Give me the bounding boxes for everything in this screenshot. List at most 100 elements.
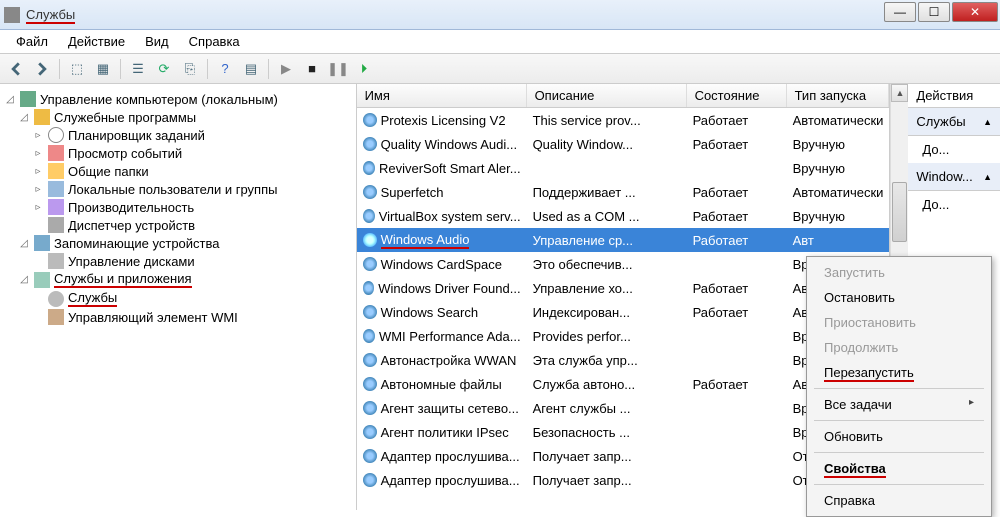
menu-view[interactable]: Вид [135, 32, 179, 51]
service-row[interactable]: Quality Windows Audi... Quality Window...… [357, 132, 890, 156]
tree-item-event-viewer[interactable]: ▹Просмотр событий [4, 144, 352, 162]
service-row[interactable]: VirtualBox system serv...Used as a COM .… [357, 204, 890, 228]
context-menu-item[interactable]: Остановить [810, 285, 988, 310]
back-button[interactable] [4, 57, 28, 81]
menu-help[interactable]: Справка [179, 32, 250, 51]
context-menu: ЗапуститьОстановитьПриостановитьПродолжи… [806, 256, 992, 517]
scroll-up-arrow[interactable]: ▲ [891, 84, 908, 102]
service-name: Агент защиты сетево... [381, 401, 519, 416]
tree-item-disk-management[interactable]: Управление дисками [4, 252, 352, 270]
service-description: Управление ср... [527, 233, 687, 248]
close-button[interactable]: ✕ [952, 2, 998, 22]
service-state: Работает [687, 377, 787, 392]
minimize-button[interactable]: — [884, 2, 916, 22]
tree-root[interactable]: ◿Управление компьютером (локальным) [4, 90, 352, 108]
tree-item-local-users[interactable]: ▹Локальные пользователи и группы [4, 180, 352, 198]
menu-divider [814, 388, 984, 389]
service-state: Работает [687, 113, 787, 128]
actions-section-services[interactable]: Службы▲ [908, 108, 1000, 136]
service-description: Агент службы ... [527, 401, 687, 416]
service-row[interactable]: ReviverSoft Smart Aler...Вручную [357, 156, 890, 180]
maximize-button[interactable]: ☐ [918, 2, 950, 22]
tree-item-task-scheduler[interactable]: ▹Планировщик заданий [4, 126, 352, 144]
actions-item-1[interactable]: До... [908, 136, 1000, 163]
service-name: Windows CardSpace [381, 257, 502, 272]
tree-item-wmi-control[interactable]: Управляющий элемент WMI [4, 308, 352, 326]
context-menu-item: Приостановить [810, 310, 988, 335]
up-button[interactable]: ⬚ [65, 57, 89, 81]
tree-item-shared-folders[interactable]: ▹Общие папки [4, 162, 352, 180]
tree-item-device-manager[interactable]: Диспетчер устройств [4, 216, 352, 234]
stop-service-button[interactable]: ■ [300, 57, 324, 81]
service-row[interactable]: Protexis Licensing V2This service prov..… [357, 108, 890, 132]
service-name: Windows Audio [381, 232, 470, 249]
context-menu-item[interactable]: Справка [810, 488, 988, 513]
context-menu-item[interactable]: Свойства [810, 456, 988, 481]
service-description: Quality Window... [527, 137, 687, 152]
export-button[interactable]: ⎘ [178, 57, 202, 81]
service-name: Агент политики IPsec [381, 425, 509, 440]
service-startup: Вручную [787, 137, 890, 152]
actions-item-2[interactable]: До... [908, 191, 1000, 218]
service-description: Получает запр... [527, 473, 687, 488]
context-menu-item[interactable]: Перезапустить [810, 360, 988, 385]
service-startup: Автоматически [787, 185, 890, 200]
menu-bar: Файл Действие Вид Справка [0, 30, 1000, 54]
tree-group-system-tools[interactable]: ◿Служебные программы [4, 108, 352, 126]
navigation-tree: ◿Управление компьютером (локальным) ◿Слу… [0, 84, 357, 510]
service-description: Управление хо... [527, 281, 687, 296]
list-header: Имя Описание Состояние Тип запуска [357, 84, 890, 108]
column-state[interactable]: Состояние [687, 84, 787, 107]
service-startup: Авт [787, 233, 890, 248]
service-description: Безопасность ... [527, 425, 687, 440]
gear-icon [363, 233, 377, 247]
actions-section-selected[interactable]: Window...▲ [908, 163, 1000, 191]
gear-icon [363, 281, 375, 295]
gear-icon [363, 113, 377, 127]
service-name: Quality Windows Audi... [381, 137, 518, 152]
service-name: Windows Search [381, 305, 479, 320]
actions-title: Действия [908, 84, 1000, 108]
gear-icon [363, 257, 377, 271]
service-name: Адаптер прослушива... [381, 449, 520, 464]
gear-icon [363, 209, 375, 223]
view-button[interactable]: ▤ [239, 57, 263, 81]
column-name[interactable]: Имя [357, 84, 527, 107]
gear-icon [363, 377, 377, 391]
service-description: Эта служба упр... [527, 353, 687, 368]
service-name: Автономные файлы [381, 377, 502, 392]
refresh-button[interactable]: ⟳ [152, 57, 176, 81]
properties-button[interactable]: ☰ [126, 57, 150, 81]
service-description: This service prov... [527, 113, 687, 128]
service-row[interactable]: Windows AudioУправление ср...РаботаетАвт [357, 228, 890, 252]
forward-button[interactable] [30, 57, 54, 81]
show-hide-tree-button[interactable]: ▦ [91, 57, 115, 81]
service-description: Used as a COM ... [527, 209, 687, 224]
service-startup: Вручную [787, 209, 890, 224]
service-state: Работает [687, 305, 787, 320]
tree-group-services-apps[interactable]: ◿Службы и приложения [4, 270, 352, 289]
tree-group-storage[interactable]: ◿Запоминающие устройства [4, 234, 352, 252]
help-button[interactable]: ? [213, 57, 237, 81]
column-startup[interactable]: Тип запуска [787, 84, 890, 107]
context-menu-item[interactable]: Обновить [810, 424, 988, 449]
gear-icon [363, 473, 377, 487]
tree-item-services[interactable]: Службы [4, 289, 352, 308]
column-description[interactable]: Описание [527, 84, 687, 107]
service-description: Получает запр... [527, 449, 687, 464]
menu-file[interactable]: Файл [6, 32, 58, 51]
gear-icon [363, 185, 377, 199]
pause-service-button[interactable]: ❚❚ [326, 57, 350, 81]
restart-service-button[interactable]: ⏵ [352, 57, 376, 81]
start-service-button[interactable]: ▶ [274, 57, 298, 81]
menu-action[interactable]: Действие [58, 32, 135, 51]
context-menu-item[interactable]: Все задачи [810, 392, 988, 417]
service-description: Это обеспечив... [527, 257, 687, 272]
tree-item-performance[interactable]: ▹Производительность [4, 198, 352, 216]
scroll-thumb[interactable] [892, 182, 907, 242]
gear-icon [363, 161, 375, 175]
service-state: Работает [687, 281, 787, 296]
service-state: Работает [687, 209, 787, 224]
service-name: ReviverSoft Smart Aler... [379, 161, 521, 176]
service-row[interactable]: SuperfetchПоддерживает ...РаботаетАвтома… [357, 180, 890, 204]
